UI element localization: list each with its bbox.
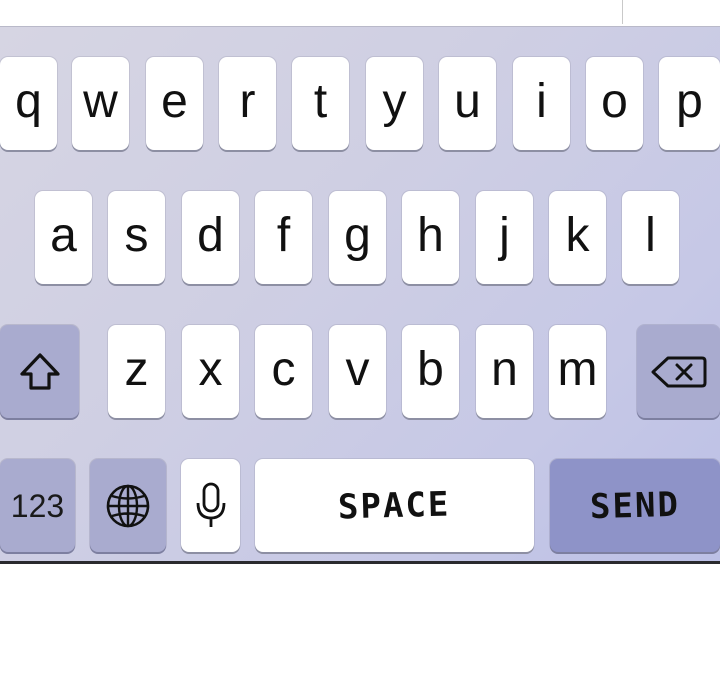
key-e[interactable]: e (146, 57, 203, 150)
on-screen-keyboard: q w e r t y u i o p a s d f g h j k l z … (0, 26, 720, 564)
key-label: l (645, 208, 656, 262)
key-q[interactable]: q (0, 57, 57, 150)
key-r[interactable]: r (219, 57, 276, 150)
numbers-key-label: 123 (10, 487, 65, 524)
key-label: k (565, 208, 590, 262)
key-label: x (198, 342, 223, 396)
globe-icon (104, 482, 152, 530)
key-label: s (124, 208, 149, 262)
key-label: i (536, 74, 547, 128)
key-w[interactable]: w (72, 57, 129, 150)
key-label: q (15, 74, 42, 128)
key-j[interactable]: j (476, 191, 533, 284)
key-z[interactable]: z (108, 325, 165, 418)
key-p[interactable]: p (659, 57, 720, 150)
divider (622, 0, 623, 24)
key-label: e (161, 74, 188, 128)
key-b[interactable]: b (402, 325, 459, 418)
key-label: w (83, 74, 118, 128)
key-label: a (50, 208, 77, 262)
numbers-key[interactable]: 123 (0, 459, 75, 552)
key-label: c (271, 342, 296, 396)
key-x[interactable]: x (182, 325, 239, 418)
key-label: n (491, 342, 518, 396)
key-h[interactable]: h (402, 191, 459, 284)
key-label: d (197, 208, 224, 262)
key-s[interactable]: s (108, 191, 165, 284)
key-label: t (313, 74, 328, 128)
key-l[interactable]: l (622, 191, 679, 284)
shift-icon (16, 348, 64, 396)
app-content-area (0, 0, 720, 26)
key-u[interactable]: u (439, 57, 496, 150)
key-label: z (124, 342, 149, 396)
key-k[interactable]: k (549, 191, 606, 284)
key-label: y (382, 74, 407, 128)
space-key[interactable]: SPACE (255, 459, 534, 552)
key-y[interactable]: y (366, 57, 423, 150)
key-label: j (499, 208, 510, 262)
space-key-label: SPACE (337, 484, 452, 527)
globe-key[interactable] (90, 459, 166, 552)
key-label: u (454, 74, 481, 128)
key-n[interactable]: n (476, 325, 533, 418)
dictation-key[interactable] (181, 459, 240, 552)
key-f[interactable]: f (255, 191, 312, 284)
send-key-label: SEND (589, 484, 681, 527)
key-label: p (676, 74, 703, 128)
key-c[interactable]: c (255, 325, 312, 418)
key-label: v (345, 342, 370, 396)
backspace-icon (650, 352, 708, 392)
delete-key[interactable] (637, 325, 720, 418)
key-label: f (276, 208, 291, 262)
key-d[interactable]: d (182, 191, 239, 284)
key-label: b (417, 342, 444, 396)
key-i[interactable]: i (513, 57, 570, 150)
key-label: m (557, 342, 598, 396)
send-key[interactable]: SEND (550, 459, 720, 552)
key-t[interactable]: t (292, 57, 349, 150)
key-m[interactable]: m (549, 325, 606, 418)
key-label: g (344, 208, 371, 262)
screen: q w e r t y u i o p a s d f g h j k l z … (0, 0, 720, 683)
key-label: o (601, 74, 628, 128)
key-g[interactable]: g (329, 191, 386, 284)
key-label: h (417, 208, 444, 262)
key-a[interactable]: a (35, 191, 92, 284)
microphone-icon (194, 481, 228, 531)
shift-key[interactable] (0, 325, 79, 418)
key-o[interactable]: o (586, 57, 643, 150)
key-label: r (239, 74, 256, 128)
key-v[interactable]: v (329, 325, 386, 418)
